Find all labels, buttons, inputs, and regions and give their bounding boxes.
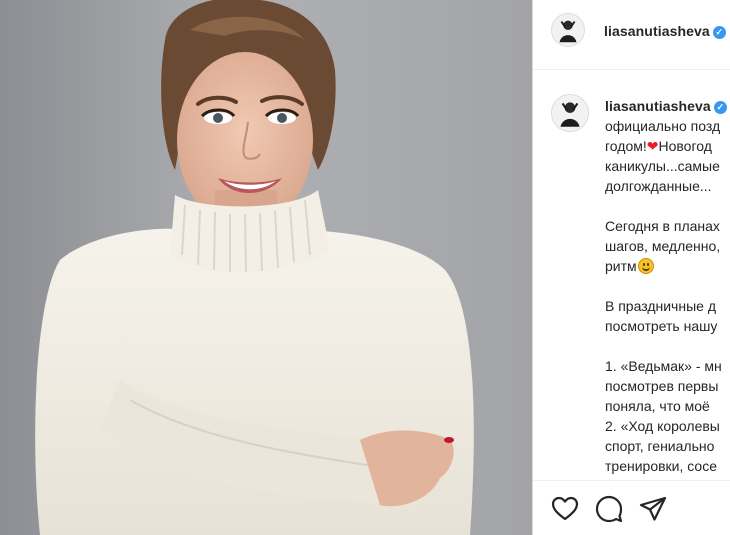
caption-line: Сегодня в планах: [605, 218, 720, 234]
caption-line: тренировки, сосе: [605, 458, 717, 474]
caption-line: ритм: [605, 256, 730, 276]
caption-text: Новогод: [658, 138, 712, 154]
caption-username[interactable]: liasanutiasheva: [605, 96, 711, 116]
caption-line: каникулы...самые: [605, 158, 720, 174]
caption-line: посмотрев первы: [605, 378, 719, 394]
caption-line: годом!❤Новогод: [605, 136, 730, 156]
comment-icon: [595, 495, 623, 523]
caption-line: 1. «Ведьмак» - мн: [605, 358, 722, 374]
caption-line: 2. «Ход королевы: [605, 418, 720, 434]
post-caption: liasanutiasheva ✓ официально позд годом!❤…: [605, 96, 730, 496]
post-side-panel: liasanutiasheva ✓ liasanutiasheva ✓ официа…: [532, 0, 730, 535]
username-text[interactable]: liasanutiasheva: [604, 23, 710, 39]
caption-line: спорт, гениально: [605, 438, 715, 454]
caption-avatar[interactable]: [551, 94, 589, 132]
caption-line: официально позд: [605, 118, 721, 134]
red-heart-emoji-icon: ❤: [646, 138, 659, 154]
caption-text: ритм: [605, 258, 637, 274]
avatar-image: [552, 95, 588, 131]
smiley-emoji-icon: [637, 258, 654, 274]
caption-line: посмотреть нашу: [605, 318, 718, 334]
like-button[interactable]: [551, 495, 579, 523]
heart-icon: [551, 496, 579, 521]
caption-line: долгожданные...: [605, 178, 712, 194]
avatar-image: [552, 14, 584, 46]
verified-icon: ✓: [713, 101, 727, 114]
caption-line: поняла, что моё: [605, 398, 710, 414]
caption-gap: [605, 196, 730, 216]
share-icon: [639, 496, 667, 521]
verified-icon: ✓: [712, 26, 726, 39]
caption-line: В праздничные д: [605, 298, 716, 314]
share-button[interactable]: [639, 495, 667, 523]
header-username[interactable]: liasanutiasheva ✓: [604, 23, 726, 39]
caption-gap: [605, 276, 730, 296]
caption-line: шагов, медленно,: [605, 238, 721, 254]
comment-button[interactable]: [595, 495, 623, 523]
caption-gap: [605, 336, 730, 356]
post-photo[interactable]: [0, 0, 532, 535]
post-header: liasanutiasheva ✓: [533, 0, 730, 70]
caption-text: годом!: [605, 138, 647, 154]
avatar[interactable]: [551, 13, 585, 47]
portrait-photo: [0, 0, 532, 535]
action-bar: [533, 480, 730, 535]
